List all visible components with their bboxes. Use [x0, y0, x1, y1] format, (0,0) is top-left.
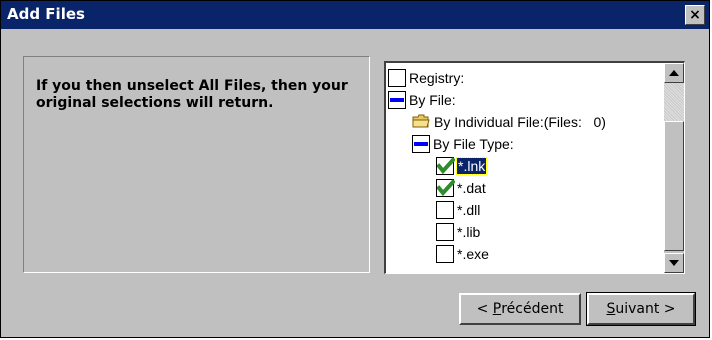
- tree-item-by-file-type[interactable]: By File Type:: [412, 133, 514, 155]
- tree-item-label: *.dll: [457, 202, 481, 218]
- back-mnemonic: P: [492, 301, 502, 317]
- scroll-thumb[interactable]: [664, 121, 684, 251]
- tree-item-dat[interactable]: *.dat: [436, 177, 486, 199]
- close-icon: ×: [689, 7, 701, 23]
- tree-item-label: *.lib: [457, 224, 481, 240]
- tree-item-label: *.dat: [457, 180, 486, 196]
- tree-item-label: *.lnk: [455, 157, 488, 175]
- tree-item-dll[interactable]: *.dll: [436, 199, 480, 221]
- add-files-dialog: Add Files × If you then unselect All Fil…: [0, 0, 710, 338]
- tree-item-by-file[interactable]: By File:: [388, 89, 456, 111]
- registry-checkbox[interactable]: [388, 69, 406, 87]
- exe-checkbox[interactable]: [436, 245, 454, 263]
- tree-item-label: By File Type:: [433, 136, 514, 152]
- title-bar: Add Files ×: [1, 1, 709, 29]
- arrow-up-icon: [669, 70, 679, 76]
- checkmark-icon: [437, 157, 455, 175]
- back-label-rest: récédent: [501, 301, 564, 317]
- dat-checkbox[interactable]: [436, 179, 455, 197]
- tree-item-exe[interactable]: *.exe: [436, 243, 489, 265]
- by-file-type-checkbox[interactable]: [412, 135, 430, 153]
- scroll-down-button[interactable]: [664, 253, 684, 273]
- lnk-checkbox[interactable]: [436, 157, 455, 175]
- tree-item-label: *.exe: [457, 246, 489, 262]
- vertical-scrollbar[interactable]: [664, 63, 684, 273]
- next-label-rest: uivant >: [615, 301, 676, 317]
- back-button[interactable]: < Précédent: [459, 293, 581, 325]
- window-title: Add Files: [7, 5, 85, 23]
- close-button[interactable]: ×: [685, 5, 705, 25]
- checkmark-icon: [437, 179, 455, 197]
- tree-item-by-individual-file[interactable]: By Individual File:(Files: 0): [412, 111, 606, 133]
- tree-list: Registry: By File: By Individual File:(F…: [386, 63, 664, 273]
- next-mnemonic: S: [606, 301, 616, 317]
- dll-checkbox[interactable]: [436, 201, 454, 219]
- arrow-down-icon: [669, 260, 679, 266]
- message-text: If you then unselect All Files, then you…: [36, 78, 348, 111]
- tree-item-lnk[interactable]: *.lnk: [436, 155, 488, 177]
- tree-item-lib[interactable]: *.lib: [436, 221, 480, 243]
- scroll-up-button[interactable]: [664, 63, 684, 83]
- file-tree[interactable]: Registry: By File: By Individual File:(F…: [384, 61, 685, 274]
- message-panel: If you then unselect All Files, then you…: [23, 56, 370, 273]
- scroll-track[interactable]: [664, 83, 684, 121]
- tree-item-registry[interactable]: Registry:: [388, 67, 464, 89]
- tree-item-label: By Individual File:(Files: 0): [434, 114, 606, 130]
- back-prefix: <: [476, 301, 493, 317]
- by-file-checkbox[interactable]: [388, 91, 406, 109]
- lib-checkbox[interactable]: [436, 223, 454, 241]
- tree-item-label: Registry:: [409, 70, 465, 86]
- next-button[interactable]: Suivant >: [586, 292, 696, 326]
- folder-icon: [412, 113, 430, 132]
- tree-item-label: By File:: [409, 92, 456, 108]
